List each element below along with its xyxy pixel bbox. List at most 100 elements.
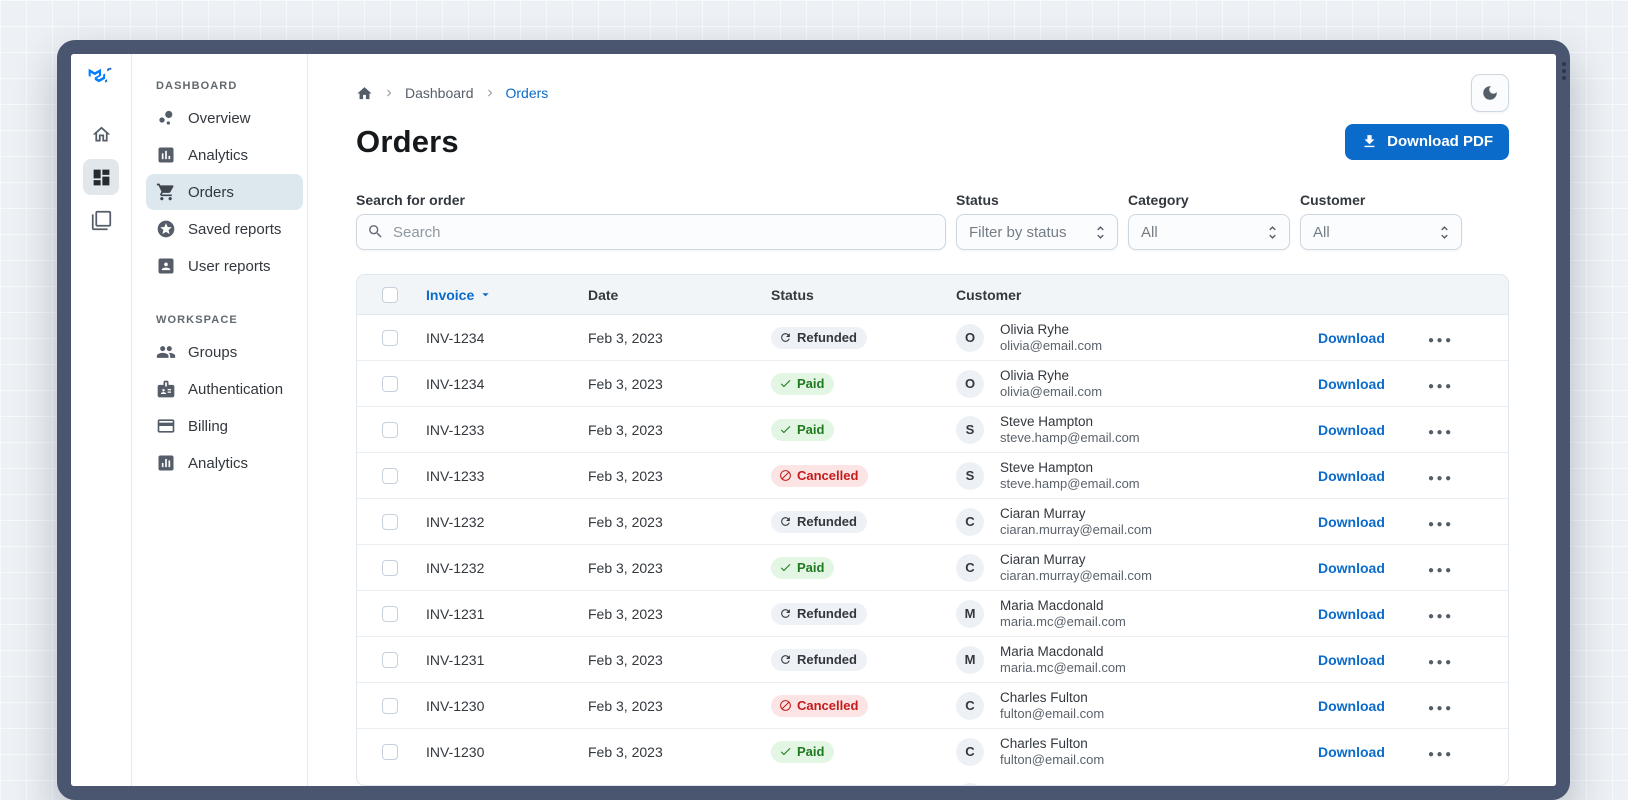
rail-button-windows-icon[interactable] [83,202,119,238]
status-chip: Refunded [771,326,867,349]
select-all-checkbox[interactable] [382,286,398,303]
credit-card-icon [156,416,176,436]
row-menu-button[interactable]: ●●● [1428,335,1454,346]
row-checkbox[interactable] [382,329,398,346]
row-menu-button[interactable]: ●●● [1428,381,1454,392]
download-link[interactable]: Download [1318,560,1385,576]
cell-invoice: INV-1230 [426,697,485,714]
download-pdf-button[interactable]: Download PDF [1345,123,1509,160]
search-icon [367,223,384,240]
status-chip-label: Refunded [797,652,857,668]
row-checkbox[interactable] [382,467,398,484]
row-menu-button[interactable]: ●●● [1428,611,1454,622]
customer-email: ciaran.murray@email.com [1000,568,1152,584]
sidebar-item-overview[interactable]: Overview [146,100,303,136]
row-checkbox[interactable] [382,651,398,668]
sidebar-item-label: Analytics [188,146,249,164]
customer-email: ciaran.murray@email.com [1000,522,1152,538]
download-link[interactable]: Download [1318,330,1385,346]
rail-button-home-icon[interactable] [83,116,119,152]
download-link[interactable]: Download [1318,698,1385,714]
status-chip: Paid [771,556,835,579]
sidebar-item-authentication[interactable]: Authentication [146,371,303,407]
table-row-partial [357,774,1508,786]
sidebar-item-label: Groups [188,343,238,361]
row-menu-button[interactable]: ●●● [1428,703,1454,714]
row-menu-button[interactable]: ●●● [1428,749,1454,760]
download-link[interactable]: Download [1318,376,1385,392]
table-row: INV-1232 Feb 3, 2023 Paid C Ciaran Murray cia… [357,544,1508,590]
customer-name: Maria Macdonald [1000,643,1104,659]
check-icon [779,377,792,390]
customer-name: Steve Hampton [1000,413,1094,429]
row-checkbox[interactable] [382,513,398,530]
block-icon [779,469,792,482]
home-icon [91,124,112,145]
customer-name: Charles Fulton [1000,735,1088,751]
refresh-icon [779,331,792,344]
download-link[interactable]: Download [1318,468,1385,484]
row-checkbox[interactable] [382,375,398,392]
row-checkbox[interactable] [382,743,398,760]
row-checkbox[interactable] [382,697,398,714]
row-menu-button[interactable]: ●●● [1428,519,1454,530]
download-link[interactable]: Download [1318,422,1385,438]
row-menu-button[interactable]: ●●● [1428,473,1454,484]
sidebar-item-orders[interactable]: Orders [146,174,303,210]
customer-email: maria.mc@email.com [1000,614,1126,630]
cell-invoice: INV-1232 [426,513,485,530]
customer-email: fulton@email.com [1000,706,1105,722]
status-filter-select[interactable]: Filter by status [956,214,1118,251]
avatar: S [956,415,984,444]
sidebar-item-saved-reports[interactable]: Saved reports [146,211,303,247]
avatar [956,782,984,786]
row-menu-button[interactable]: ●●● [1428,657,1454,668]
status-chip: Paid [771,372,835,395]
sidebar-item-label: User reports [188,257,271,275]
avatar: O [956,369,984,398]
sidebar-item-user-reports[interactable]: User reports [146,248,303,284]
cell-date: Feb 3, 2023 [588,513,663,530]
category-filter-select[interactable]: All [1128,214,1290,251]
row-menu-button[interactable]: ●●● [1428,427,1454,438]
status-chip-label: Refunded [797,606,857,622]
download-link[interactable]: Download [1318,652,1385,668]
cell-date: Feb 3, 2023 [588,697,663,714]
sidebar-item-groups[interactable]: Groups [146,334,303,370]
scrollbar-thumb[interactable] [1562,62,1566,80]
sidebar-section-label: DASHBOARD [156,80,238,92]
rail-button-dashboard-grid-icon[interactable] [83,159,119,195]
cell-date: Feb 3, 2023 [588,421,663,438]
column-header-status: Status [771,286,814,303]
icon-rail [71,54,132,786]
sidebar-item-analytics[interactable]: Analytics [146,137,303,173]
row-checkbox[interactable] [382,421,398,438]
app-window: DASHBOARD Overview Analytics Orders Saved re… [57,40,1570,800]
home-icon[interactable] [356,85,373,102]
sidebar-item-analytics[interactable]: Analytics [146,445,303,481]
search-input[interactable] [356,214,946,251]
sidebar-item-label: Billing [188,417,229,435]
table-row: INV-1233 Feb 3, 2023 Paid S Steve Hampton ste… [357,406,1508,452]
filters-bar: Search for order Status Filter by status… [356,192,1509,251]
status-chip-label: Paid [797,376,825,392]
table-row: INV-1231 Feb 3, 2023 Refunded M Maria Macdon… [357,636,1508,682]
avatar: M [956,599,984,628]
download-link[interactable]: Download [1318,514,1385,530]
refresh-icon [779,653,792,666]
download-link[interactable]: Download [1318,744,1385,760]
customer-name: Ciaran Murray [1000,505,1086,521]
customer-filter-select[interactable]: All [1300,214,1462,251]
status-chip: Paid [771,740,835,763]
row-menu-button[interactable]: ●●● [1428,565,1454,576]
row-checkbox[interactable] [382,605,398,622]
sidebar-item-billing[interactable]: Billing [146,408,303,444]
download-link[interactable]: Download [1318,606,1385,622]
theme-toggle-button[interactable] [1471,74,1509,112]
table-row: INV-1233 Feb 3, 2023 Cancelled S Steve Hampt… [357,452,1508,498]
row-checkbox[interactable] [382,559,398,576]
breadcrumb-dashboard[interactable]: Dashboard [405,85,474,101]
check-icon [779,561,792,574]
category-filter-label: Category [1128,192,1189,209]
column-header-invoice[interactable]: Invoice [426,287,588,303]
